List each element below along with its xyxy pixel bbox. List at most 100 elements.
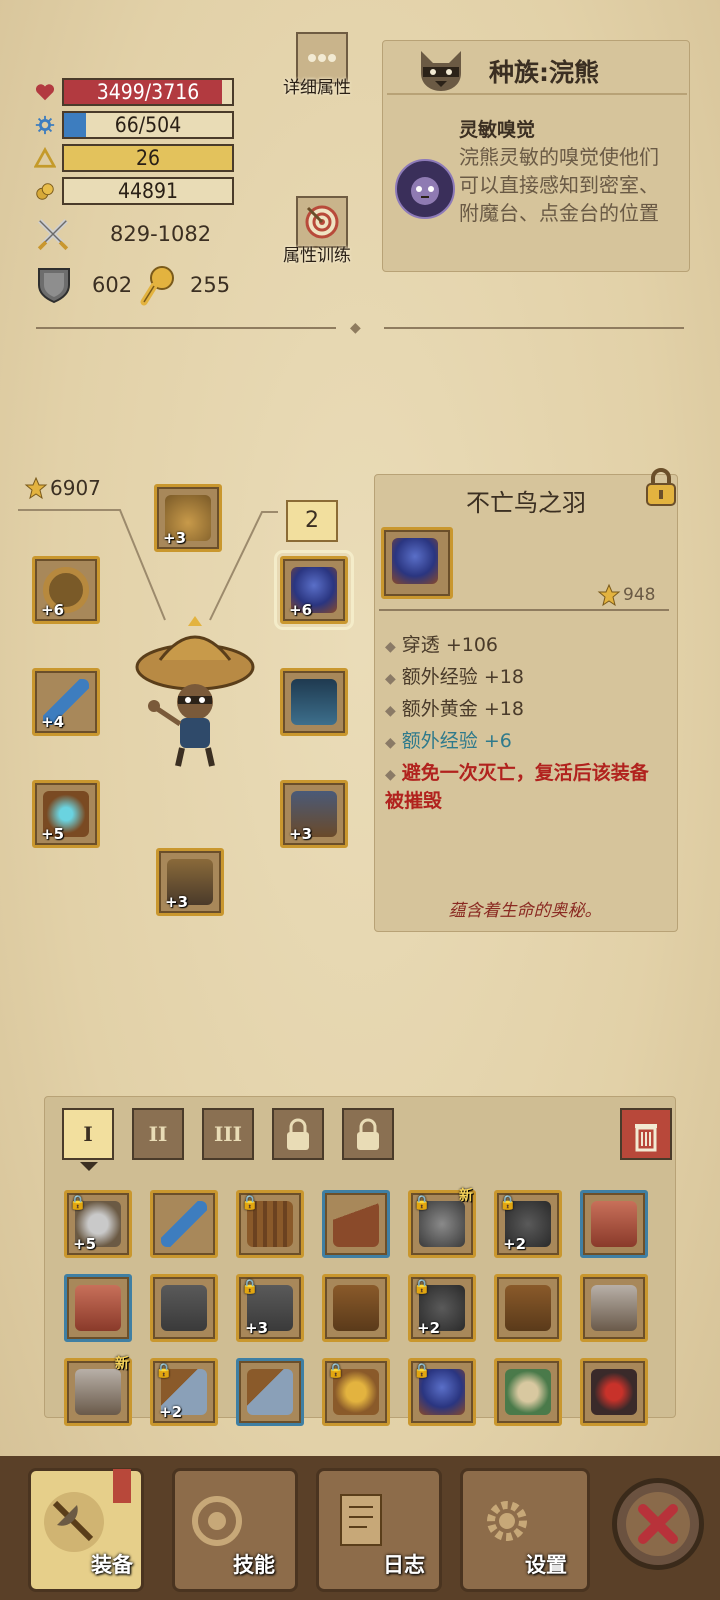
inventory-slot[interactable]: 🔒	[408, 1358, 476, 1426]
tab-page-2[interactable]: II	[132, 1108, 184, 1160]
mana-icon	[35, 115, 55, 135]
tab-page-locked-4[interactable]	[272, 1108, 324, 1160]
lock-icon: 🔒	[69, 1195, 87, 1211]
boots-icon	[505, 1285, 551, 1331]
gold-bar: 44891	[62, 177, 234, 205]
discard-button[interactable]	[620, 1108, 672, 1160]
nav-settings-button[interactable]: 设置	[460, 1468, 590, 1592]
ruby-ring-icon	[591, 1369, 637, 1415]
star-icon	[597, 583, 621, 607]
thorn-scroll-icon	[505, 1369, 551, 1415]
new-badge: 新	[115, 1356, 129, 1372]
equip-slot-offhand[interactable]: +5	[32, 780, 100, 848]
lock-icon: 🔒	[241, 1195, 259, 1211]
item-attr-penetration: ◆ 穿透 +106	[385, 634, 499, 656]
nav-log-button[interactable]: 日志	[316, 1468, 442, 1592]
helmet-level: +3	[163, 529, 187, 547]
item-level: +2	[503, 1235, 527, 1253]
close-button[interactable]	[612, 1478, 704, 1570]
inventory-slot[interactable]: 🔒	[322, 1358, 390, 1426]
inventory-slot[interactable]: 🔒 +3	[236, 1274, 304, 1342]
tab-page-3[interactable]: III	[202, 1108, 254, 1160]
inventory-slot[interactable]	[236, 1358, 304, 1426]
greaves-icon	[591, 1285, 637, 1331]
nav-equipment-label: 装备	[91, 1553, 133, 1577]
section-divider-right	[384, 327, 684, 329]
cape-icon	[291, 679, 337, 725]
trait-name: 灵敏嗅觉	[459, 119, 536, 141]
inventory-slot[interactable]	[322, 1274, 390, 1342]
greaves-icon	[75, 1369, 121, 1415]
padlock-icon[interactable]	[643, 467, 679, 507]
level-value: 26	[135, 146, 161, 170]
hp-bar: 3499/3716	[62, 78, 234, 106]
equip-slot-cape[interactable]	[280, 668, 348, 736]
tab-page-locked-5[interactable]	[342, 1108, 394, 1160]
inventory-slot[interactable]	[64, 1274, 132, 1342]
attribute-training-label: 属性训练	[283, 246, 351, 266]
equipment-axe-icon	[44, 1492, 104, 1552]
item-detail-icon	[381, 527, 453, 599]
level-bar: 26	[62, 144, 234, 172]
boots-level: +3	[165, 893, 189, 911]
attack-value: 829-1082	[110, 222, 212, 246]
gear-icon	[487, 1501, 527, 1541]
inventory-slot[interactable]	[150, 1274, 218, 1342]
inventory-slot[interactable]	[580, 1190, 648, 1258]
inventory-slot[interactable]: 🔒 新	[408, 1188, 476, 1258]
new-badge: 新	[459, 1188, 473, 1204]
equip-slot-amulet[interactable]: +6	[274, 550, 354, 630]
detail-attributes-label: 详细属性	[283, 78, 351, 98]
inventory-slot[interactable]	[494, 1358, 562, 1426]
shield-icon	[38, 268, 70, 304]
inventory-slot[interactable]: 🔒 +5	[64, 1190, 132, 1258]
nav-log-label: 日志	[383, 1553, 425, 1577]
equip-slot-weapon[interactable]: +4	[32, 668, 100, 736]
lock-icon: 🔒	[155, 1363, 173, 1379]
ring-level: +6	[41, 601, 65, 619]
item-score: 948	[623, 585, 656, 605]
race-title: 种族:浣熊	[489, 58, 599, 87]
shirt-icon	[75, 1285, 121, 1331]
inventory-slot[interactable]: 新	[64, 1356, 132, 1426]
inventory-slot[interactable]	[322, 1190, 390, 1258]
inventory-slot[interactable]: 🔒 +2	[494, 1190, 562, 1258]
heart-icon	[35, 84, 55, 101]
equip-slot-boots[interactable]: +3	[156, 848, 224, 916]
inventory-slot[interactable]	[150, 1190, 218, 1258]
feather-icon	[392, 538, 438, 584]
amulet-level: +6	[289, 601, 313, 619]
inventory-slot[interactable]: 🔒 +2	[408, 1274, 476, 1342]
defense-value: 602	[92, 273, 133, 297]
lock-icon: 🔒	[327, 1363, 345, 1379]
nav-skills-label: 技能	[233, 1553, 275, 1577]
lock-icon	[287, 1118, 309, 1150]
inventory-slot[interactable]	[494, 1274, 562, 1342]
equip-slot-pants[interactable]: +3	[280, 780, 348, 848]
section-divider-left	[36, 327, 336, 329]
item-divider	[379, 609, 669, 611]
item-attr-bonus-exp-extra: ◆ 额外经验 +6	[385, 730, 512, 752]
lock-icon: 🔒	[413, 1195, 431, 1211]
keen-nose-trait-icon	[395, 159, 455, 219]
nav-equipment-button[interactable]: 装备	[28, 1468, 144, 1592]
crossed-swords-icon	[37, 219, 69, 251]
journal-icon	[340, 1494, 382, 1546]
shirt-icon	[591, 1201, 637, 1247]
inventory-slot[interactable]: 🔒 +2	[150, 1358, 218, 1426]
nav-skills-button[interactable]: 技能	[172, 1468, 298, 1592]
item-attr-bonus-exp: ◆ 额外经验 +18	[385, 666, 524, 688]
lock-icon	[357, 1118, 379, 1150]
staff-icon	[161, 1201, 207, 1247]
equip-slot-helmet[interactable]: +3	[154, 484, 222, 552]
gold-value: 44891	[117, 179, 179, 203]
inventory-slot[interactable]	[580, 1274, 648, 1342]
item-level: +5	[73, 1235, 97, 1253]
item-level: +2	[159, 1403, 183, 1421]
equip-slot-ring[interactable]: +6	[32, 556, 100, 624]
gold-icon	[36, 183, 54, 200]
nav-settings-label: 设置	[525, 1553, 567, 1577]
inventory-slot[interactable]: 🔒	[236, 1190, 304, 1258]
inventory-slot[interactable]	[580, 1358, 648, 1426]
tab-page-1[interactable]: I	[62, 1108, 114, 1160]
